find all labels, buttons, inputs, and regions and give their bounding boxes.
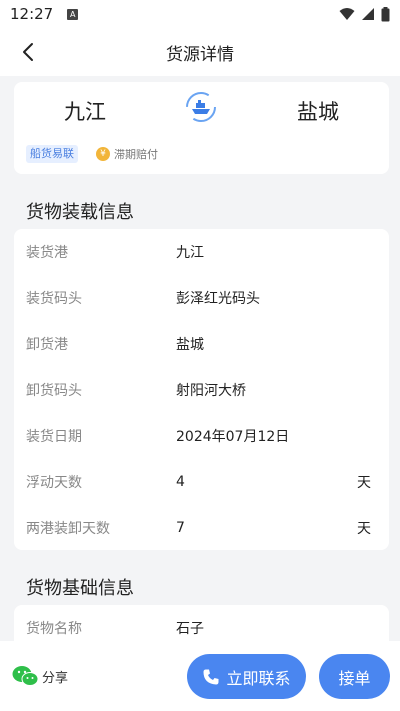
origin-city: 九江 xyxy=(64,100,106,124)
row-value: 彭泽红光码头 xyxy=(176,291,260,307)
wechat-icon xyxy=(12,666,39,686)
loading-info-title: 货物装载信息 xyxy=(26,202,134,223)
battery-icon xyxy=(381,6,390,21)
share-button[interactable]: 分享 xyxy=(12,665,68,687)
row-value: 4 xyxy=(176,474,185,490)
row-label: 卸货港 xyxy=(26,337,68,353)
row-label: 装货港 xyxy=(26,245,68,261)
bottom-action-bar: 分享 立即联系 接单 xyxy=(0,641,400,711)
info-row: 浮动天数 4 天 xyxy=(14,459,389,505)
row-value: 2024年07月12日 xyxy=(176,429,290,445)
info-row: 两港装卸天数 7 天 xyxy=(14,505,389,551)
signal-icon xyxy=(362,8,374,20)
info-row: 卸货港 盐城 xyxy=(14,321,389,367)
page-title: 货源详情 xyxy=(166,44,234,65)
accept-label: 接单 xyxy=(338,668,371,688)
basic-info-title: 货物基础信息 xyxy=(26,578,134,599)
guarantee-badge: ¥ 滞期赔付 xyxy=(96,145,158,163)
navbar: 货源详情 xyxy=(0,28,400,76)
row-label: 装货日期 xyxy=(26,429,82,445)
status-time: 12:27 xyxy=(10,5,54,23)
contact-label: 立即联系 xyxy=(226,668,291,688)
status-bar: 12:27 A xyxy=(0,0,400,28)
share-label: 分享 xyxy=(42,670,69,686)
row-value: 7 xyxy=(176,520,185,536)
coin-icon: ¥ xyxy=(96,147,110,161)
notification-badge-icon: A xyxy=(67,8,79,20)
phone-icon xyxy=(203,669,219,684)
loading-info-card: 装货港 九江 装货码头 彭泽红光码头 卸货港 盐城 卸货码头 射阳河大桥 装货日… xyxy=(14,229,389,550)
platform-tag: 船货易联 xyxy=(26,145,78,163)
destination-city: 盐城 xyxy=(297,100,339,124)
status-icons xyxy=(339,6,390,22)
wifi-icon xyxy=(339,8,355,20)
row-value: 盐城 xyxy=(176,337,204,353)
info-row: 卸货码头 射阳河大桥 xyxy=(14,367,389,413)
row-label: 浮动天数 xyxy=(26,475,82,491)
ship-icon xyxy=(186,92,216,122)
row-label: 两港装卸天数 xyxy=(26,521,110,537)
back-button[interactable] xyxy=(14,38,42,66)
row-value: 射阳河大桥 xyxy=(176,383,246,399)
info-row: 装货码头 彭泽红光码头 xyxy=(14,275,389,321)
row-label: 卸货码头 xyxy=(26,383,82,399)
guarantee-label: 滞期赔付 xyxy=(114,148,158,161)
row-unit: 天 xyxy=(357,521,371,537)
row-label: 装货码头 xyxy=(26,291,82,307)
contact-button[interactable]: 立即联系 xyxy=(187,654,306,699)
row-value: 九江 xyxy=(176,245,204,261)
back-arrow-icon xyxy=(23,43,33,61)
info-row: 装货日期 2024年07月12日 xyxy=(14,413,389,459)
row-label: 货物名称 xyxy=(26,621,82,637)
route-card: 九江 盐城 船货易联 ¥ 滞期赔付 xyxy=(14,82,389,174)
row-value: 石子 xyxy=(176,621,204,637)
info-row: 装货港 九江 xyxy=(14,229,389,275)
row-unit: 天 xyxy=(357,475,371,491)
accept-order-button[interactable]: 接单 xyxy=(319,654,390,699)
